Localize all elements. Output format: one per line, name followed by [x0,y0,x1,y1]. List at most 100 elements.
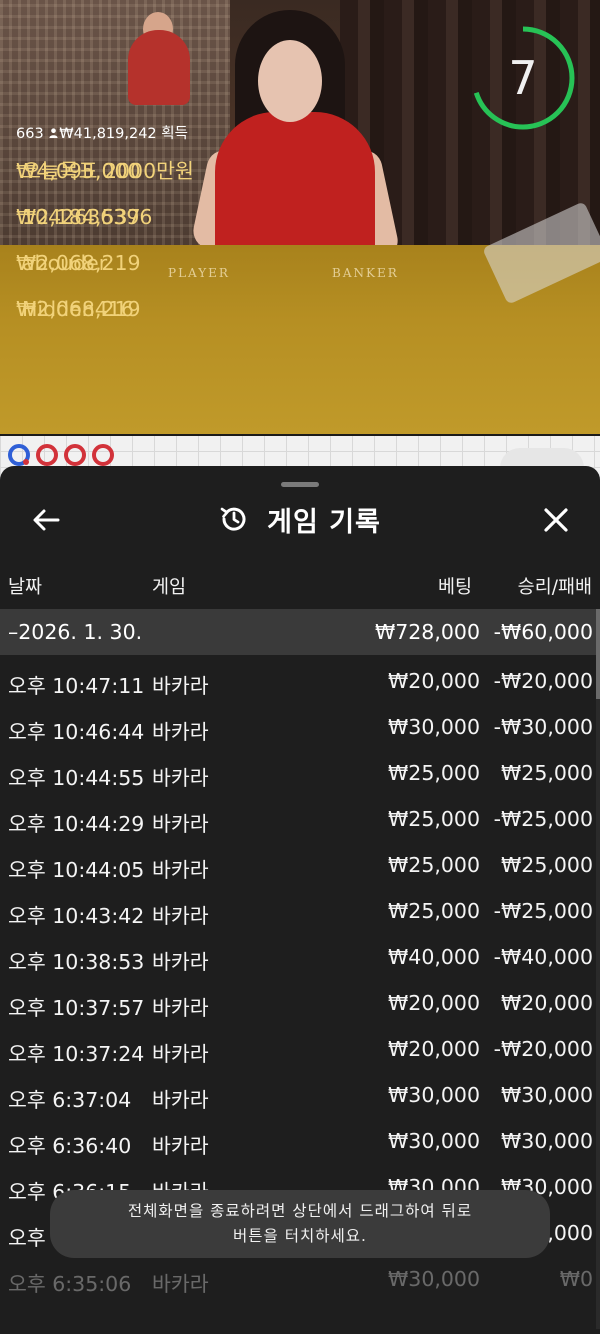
toast-line-1: 전체화면을 종료하려면 상단에서 드래그하여 뒤로 [127,1202,473,1220]
date-group-row[interactable]: –2026. 1. 30. ₩728,000 -₩60,000 [0,609,596,655]
column-date: 날짜 [8,577,43,598]
row-game: 바카라 [152,674,209,698]
history-row[interactable]: 오후 10:44:05 바카라 ₩25,000 ₩25,000 [0,843,596,889]
background-dealer [128,30,190,105]
row-time: 오후 10:44:05 [8,858,145,882]
row-result: ₩0 [559,1267,593,1291]
row-result: -₩20,000 [493,669,593,693]
column-result: 승리/패배 [517,577,592,598]
close-icon [544,508,568,532]
row-game: 바카라 [152,720,209,744]
row-result: -₩30,000 [493,715,593,739]
row-result: -₩20,000 [493,1037,593,1061]
history-row[interactable]: 오후 10:43:42 바카라 ₩25,000 -₩25,000 [0,889,596,935]
winner-name: Hidden416 [22,296,134,321]
row-bet: ₩30,000 [388,1129,480,1153]
row-time: 오후 10:46:44 [8,720,145,744]
row-bet: ₩30,000 [388,1083,480,1107]
players-count: 663 [16,126,44,142]
row-game: 바카라 [152,904,209,928]
close-button[interactable] [536,500,576,540]
group-date: –2026. 1. 30. [8,620,143,644]
row-result: -₩40,000 [493,945,593,969]
row-game: 바카라 [152,1134,209,1158]
row-bet: ₩20,000 [388,669,480,693]
row-time: 오후 6:37:04 [8,1088,132,1112]
scrollbar-thumb[interactable] [596,609,600,699]
sheet-drag-handle[interactable] [281,482,319,487]
group-total-bet: ₩728,000 [374,620,480,644]
row-bet: ₩25,000 [388,807,480,831]
user-icon [49,128,58,138]
dealer-body [215,112,375,262]
sheet-header: 게임 기록 [0,496,600,542]
row-game: 바카라 [152,812,209,836]
column-bet: 베팅 [437,577,472,598]
row-game: 바카라 [152,1042,209,1066]
row-result: ₩25,000 [501,761,593,785]
winners-stats: 663 ₩41,819,242 획득 [16,121,188,148]
row-game: 바카라 [152,1088,209,1112]
row-result: ₩30,000 [501,1083,593,1107]
history-row[interactable]: 오후 10:44:55 바카라 ₩25,000 ₩25,000 [0,751,596,797]
row-bet: ₩25,000 [388,761,480,785]
history-row[interactable]: 오후 6:37:04 바카라 ₩30,000 ₩30,000 [0,1073,596,1119]
total-winnings: ₩41,819,242 [59,126,157,142]
row-result: -₩25,000 [493,807,593,831]
countdown-value: 7 [508,51,538,105]
history-row[interactable]: 오후 10:44:29 바카라 ₩25,000 -₩25,000 [0,797,596,843]
history-row[interactable]: 오후 10:38:53 바카라 ₩40,000 -₩40,000 [0,935,596,981]
row-result: ₩30,000 [501,1129,593,1153]
dealer-face [258,40,322,122]
row-time: 오후 10:37:24 [8,1042,145,1066]
row-bet: ₩40,000 [388,945,480,969]
history-row[interactable]: 오후 10:46:44 바카라 ₩30,000 -₩30,000 [0,705,596,751]
column-game: 게임 [152,577,187,598]
row-result: ₩20,000 [501,991,593,1015]
row-bet: ₩30,000 [388,1267,480,1291]
history-row[interactable]: 오후 6:35:06 바카라 ₩30,000 ₩0 [0,1257,596,1303]
row-time: 오후 6:36:40 [8,1134,132,1158]
group-total-result: -₩60,000 [493,620,593,644]
history-row[interactable]: 오후 10:47:11 바카라 ₩20,000 -₩20,000 [0,659,596,705]
table-header: 날짜 게임 베팅 승리/패배 [0,565,600,601]
player-marker-icon [92,444,114,466]
row-time: 오후 10:47:11 [8,674,145,698]
row-result: -₩25,000 [493,899,593,923]
row-game: 바카라 [152,766,209,790]
row-time: 오후 10:43:42 [8,904,145,928]
toast-line-2: 버튼을 터치하세요. [233,1227,367,1245]
row-bet: ₩25,000 [388,853,480,877]
sheet-title: 게임 기록 [267,506,381,538]
row-bet: ₩20,000 [388,991,480,1015]
row-bet: ₩20,000 [388,1037,480,1061]
player-marker-icon [36,444,58,466]
history-row[interactable]: 오후 10:37:57 바카라 ₩20,000 ₩20,000 [0,981,596,1027]
winner-name: 1042636396 [22,204,153,229]
winner-name: abouder [22,250,108,275]
felt-banker-label: BANKER [332,266,399,280]
winnings-suffix: 획득 [161,126,188,142]
row-time: 오후 10:44:29 [8,812,145,836]
tie-dot-icon [23,459,29,465]
row-time: 오후 10:44:55 [8,766,145,790]
winner-row: ₩2,068,219 Hidden416 [16,286,188,332]
row-bet: ₩25,000 [388,899,480,923]
row-game: 바카라 [152,950,209,974]
player-marker-icon [64,444,86,466]
winner-row: ₩2,184,537 1042636396 [16,194,188,240]
row-game: 바카라 [152,858,209,882]
history-row[interactable]: 오후 6:36:40 바카라 ₩30,000 ₩30,000 [0,1119,596,1165]
countdown-timer: 7 [471,23,578,133]
scrollbar-track[interactable] [596,609,600,1329]
row-time: 오후 10:38:53 [8,950,145,974]
history-row[interactable]: 오후 10:37:24 바카라 ₩20,000 -₩20,000 [0,1027,596,1073]
row-game: 바카라 [152,1272,209,1296]
row-game: 바카라 [152,996,209,1020]
live-video: PLAYER BANKER 663 ₩41,819,242 획득 ₩4,095,… [0,0,600,434]
row-time: 오후 10:37:57 [8,996,145,1020]
winner-row: ₩4,095,000 오늘목표 2000만원 [16,148,194,194]
row-time: 오후 6:35:06 [8,1272,132,1296]
fullscreen-toast: 전체화면을 종료하려면 상단에서 드래그하여 뒤로 버튼을 터치하세요. [50,1190,550,1258]
row-result: ₩25,000 [501,853,593,877]
